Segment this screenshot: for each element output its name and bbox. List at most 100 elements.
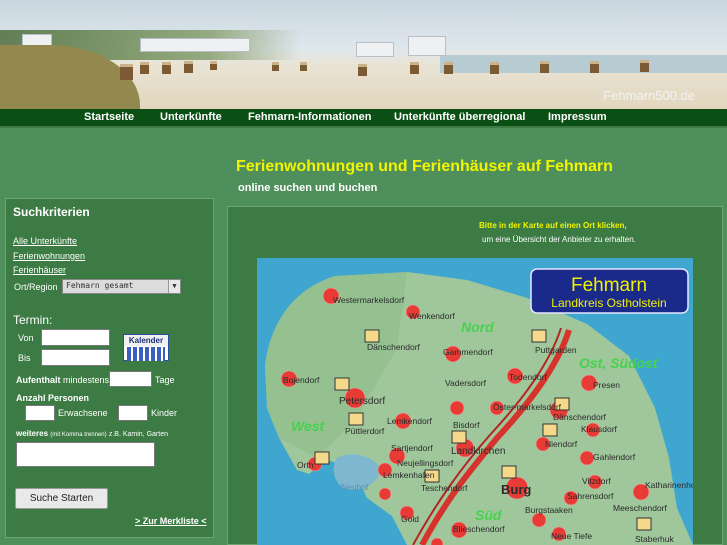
place-label[interactable]: Neuhof [341,482,369,492]
place-label[interactable]: Todendorf [509,372,547,382]
erwachsene-input[interactable] [25,405,55,421]
beach-chair [140,62,149,74]
link-alle-unterkuenfte[interactable]: Alle Unterkünfte [13,236,77,246]
place-label[interactable]: Neujellingsdorf [397,458,454,468]
place-label[interactable]: Petersdorf [339,396,385,407]
house-icon[interactable] [531,329,547,343]
place-label[interactable]: Sahrensdorf [567,491,614,501]
place-label-burg[interactable]: Burg [501,482,531,497]
place-label[interactable]: Vadersdorf [445,378,487,388]
nav-item-startseite[interactable]: Startseite [84,111,134,123]
house-icon[interactable] [364,329,380,343]
von-date-input[interactable] [41,329,110,346]
place-label[interactable]: Burgstaaken [525,505,573,515]
region-label-nord[interactable]: Nord [461,319,494,335]
place-label[interactable]: Gahlendorf [593,452,636,462]
place-label[interactable]: Westermarkelsdorf [333,295,405,305]
house-icon[interactable] [501,465,517,479]
place-marker[interactable] [449,400,465,416]
place-label[interactable]: Staberhuk [635,534,674,544]
kinder-input[interactable] [118,405,148,421]
place-label[interactable]: Wenkendorf [409,311,455,321]
place-label[interactable]: Sartjendorf [391,443,433,453]
region-label-west[interactable]: West [291,418,326,434]
calendar-icon [127,347,165,361]
place-label[interactable]: Meeschendorf [613,503,668,513]
place-label[interactable]: Lemkenhafen [383,470,435,480]
place-label[interactable]: Blieschendorf [453,524,505,534]
place-label[interactable]: Landkirchen [451,446,505,457]
link-ferienhaeuser[interactable]: Ferienhäuser [13,265,66,275]
house-icon[interactable] [334,377,350,391]
place-label[interactable]: Gold [401,514,419,524]
calendar-button[interactable]: Kalender [123,334,169,361]
header-building [356,42,394,57]
place-label[interactable]: Bisdorf [453,420,480,430]
kinder-label: Kinder [151,408,178,418]
house-icon[interactable] [314,451,330,465]
von-label: Von [18,333,34,343]
tage-label: Tage [155,375,175,385]
place-label[interactable]: Bojendorf [283,375,320,385]
place-label[interactable]: Püttlerdorf [345,426,385,436]
house-icon[interactable] [348,412,364,426]
header-sea [440,55,727,73]
weiteres-label-bold: weiteres [16,429,49,438]
beach-chair [358,64,367,76]
beach-chair [120,64,133,80]
nav-item-impressum[interactable]: Impressum [548,111,607,123]
place-label[interactable]: Orth [297,460,314,470]
island-map[interactable]: Fehmarn Landkreis Ostholstein Nord Ost, … [257,258,693,545]
merkliste-link[interactable]: > Zur Merkliste < [135,516,207,526]
map-hint-line1: Bitte in der Karte auf einen Ort klicken… [479,221,627,230]
page-title: Ferienwohnungen und Ferienhäuser auf Feh… [236,158,613,175]
place-label[interactable]: Teschendorf [421,483,468,493]
place-label[interactable]: Niendorf [545,439,578,449]
calendar-button-label: Kalender [124,335,168,346]
place-label[interactable]: Öster-markelsdorf [493,402,562,412]
bis-date-input[interactable] [41,349,110,366]
beach-chair [162,62,171,74]
erwachsene-label: Erwachsene [58,408,108,418]
region-label-sued[interactable]: Süd [475,507,502,523]
aufenthalt-label: Aufenthalt mindestens [16,375,109,385]
beach-chair [444,62,453,74]
place-label[interactable]: Presen [593,380,620,390]
place-label[interactable]: Katharinenhof [645,480,693,490]
house-icon[interactable] [636,517,652,531]
search-submit-button[interactable]: Suche Starten [15,488,108,509]
beach-chair [410,62,419,74]
beach-chair [540,61,549,73]
weiteres-hint: (mit Komma trennen) [50,432,107,438]
weiteres-textarea[interactable] [16,442,155,467]
house-icon[interactable] [451,430,467,444]
house-icon[interactable] [542,423,558,437]
nav-item-unterkuenfte-ueberregional[interactable]: Unterkünfte überregional [394,111,525,123]
place-label[interactable]: Neue Tiefe [551,531,592,541]
main-nav: Startseite Unterkünfte Fehmarn-Informati… [0,109,727,128]
header-building [408,36,446,56]
region-label-ost-suedost[interactable]: Ost, Südost [579,355,659,371]
place-marker[interactable] [579,450,595,466]
place-label[interactable]: Puttgarden [535,345,577,355]
place-marker[interactable] [531,512,547,528]
aufenthalt-days-input[interactable] [109,371,152,387]
place-label[interactable]: Dänschendorf [367,342,421,352]
place-label[interactable]: Gammendorf [443,347,493,357]
bis-label: Bis [18,353,31,363]
termin-label: Termin: [13,313,53,327]
place-label[interactable]: Vitzdorf [582,476,611,486]
search-panel-title: Suchkriterien [13,205,90,219]
place-label[interactable]: Lemkendorf [387,416,433,426]
nav-item-unterkuenfte[interactable]: Unterkünfte [160,111,222,123]
place-label[interactable]: Klausdorf [581,424,618,434]
place-label[interactable]: Dänschendorf [553,412,607,422]
header-building [140,38,250,52]
beach-chair [184,61,193,73]
personen-label: Anzahl Personen [16,393,90,403]
weiteres-label: weiteres (mit Komma trennen) z.B. Kamin,… [16,429,168,438]
nav-item-fehmarn-informationen[interactable]: Fehmarn-Informationen [248,111,371,123]
region-select[interactable]: Fehmarn gesamt ▼ [62,279,181,294]
place-marker[interactable] [378,487,392,501]
link-ferienwohnungen[interactable]: Ferienwohnungen [13,251,85,261]
